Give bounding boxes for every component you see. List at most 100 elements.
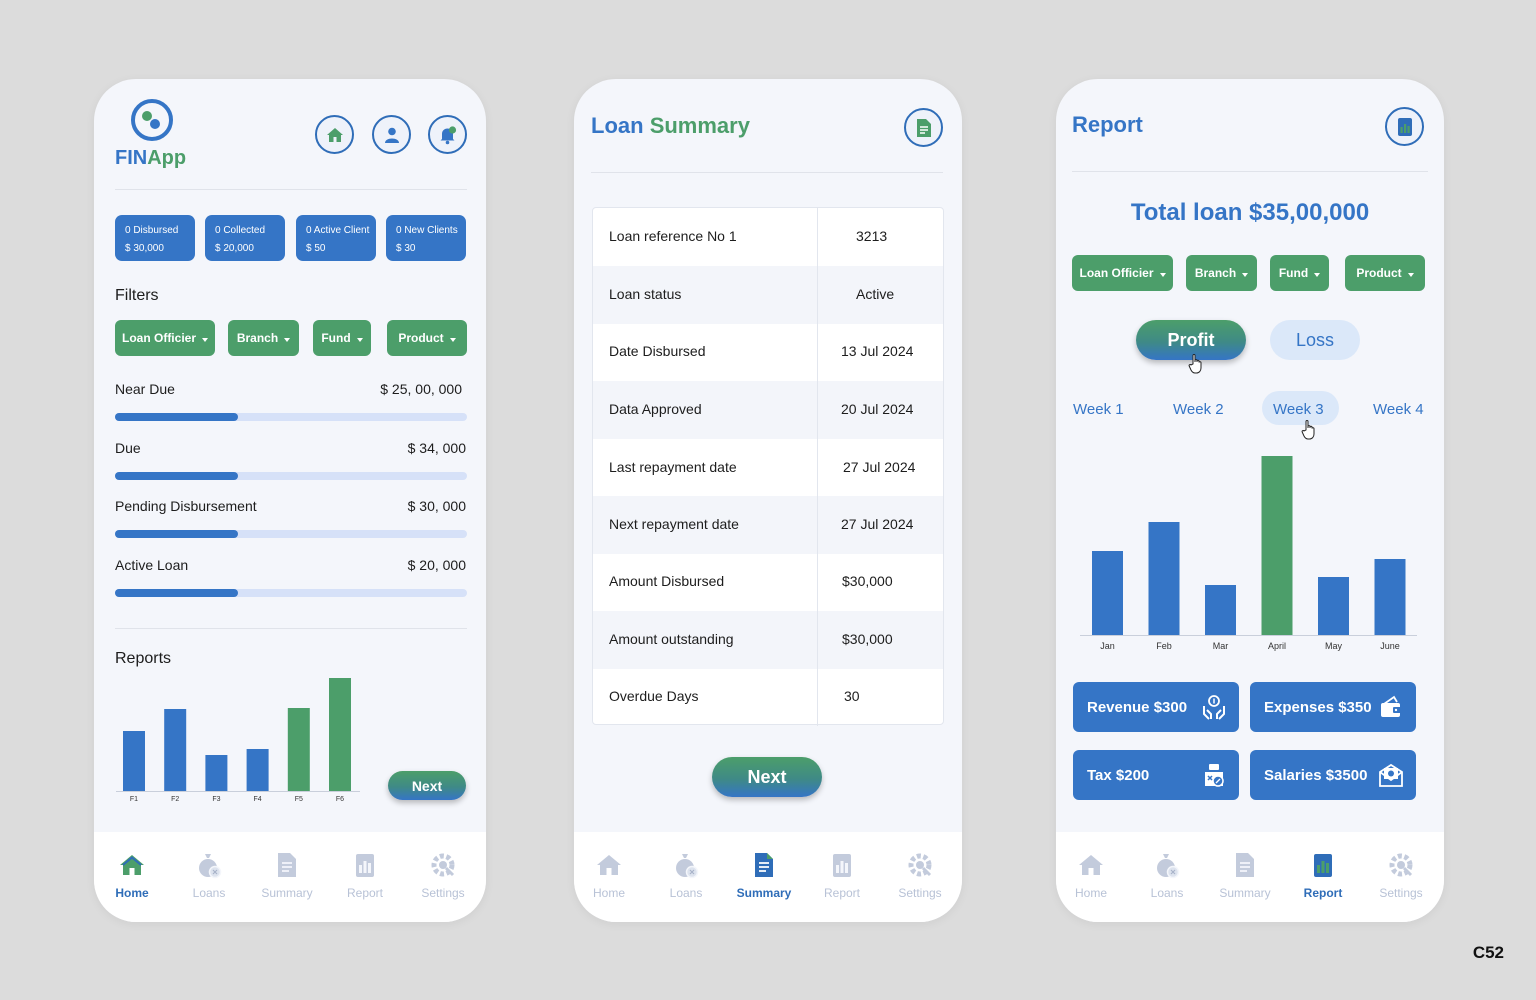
stat-value: $ 50 [306,243,326,254]
report-chart-icon [1314,854,1332,877]
bar-mar [1205,585,1236,635]
table-row: Loan status Active [593,266,943,324]
nav-summary[interactable]: Summary [1210,850,1280,900]
nav-label: Loans [1150,886,1184,900]
stat-active-client[interactable]: 0 Active Client $ 50 [296,215,376,261]
nav-settings[interactable]: Settings [408,850,478,900]
bar-may [1318,577,1349,635]
nav-label: Report [823,886,861,900]
revenue-tile[interactable]: Revenue $300 [1073,682,1239,732]
nav-report[interactable]: Report [807,850,877,900]
document-icon [278,853,296,877]
nav-report[interactable]: Report [1288,850,1358,900]
filter-branch[interactable]: Branch [228,320,299,356]
nav-label: Home [592,886,625,900]
filter-product[interactable]: Product [1345,255,1425,291]
nav-loans[interactable]: Loans [651,850,721,900]
x-tick-label: F4 [254,796,262,803]
stat-label: 0 Disbursed [125,225,179,236]
row-value: 30 [844,688,860,704]
report-chart-button[interactable] [1385,107,1424,146]
tax-tile[interactable]: Tax $200 [1073,750,1239,800]
nav-home[interactable]: Home [574,850,644,900]
filter-branch[interactable]: Branch [1186,255,1257,291]
table-row: Last repayment date 27 Jul 2024 [593,439,943,497]
nav-label: Loans [669,886,703,900]
week-tab-1[interactable]: Week 1 [1073,401,1124,418]
metric-label: Near Due [115,381,175,397]
monthly-report-chart: Jan Feb Mar April May June [1080,453,1417,655]
filter-label: Product [398,331,444,345]
filter-product[interactable]: Product [387,320,467,356]
notifications-button[interactable] [428,115,467,154]
report-screen: Report Total loan $35,00,000 Loan Offici… [1056,79,1444,922]
week-tab-3[interactable]: Week 3 [1273,401,1324,418]
hand-cursor-icon [1188,353,1204,380]
nav-label: Report [1303,886,1343,900]
loan-bag-icon [1157,854,1180,879]
loss-toggle[interactable]: Loss [1270,320,1360,360]
loan-summary-table: Loan reference No 1 3213 Loan status Activ… [592,207,944,726]
wallet-icon [1381,695,1401,717]
home-screen: FINApp 0 Disbursed $ 30,000 0 Collected $ … [94,79,486,922]
header-divider [1072,171,1428,172]
nav-loans[interactable]: Loans [174,850,244,900]
row-value: 13 Jul 2024 [841,343,914,359]
x-tick-label: Feb [1156,641,1172,651]
bar-chart-svg: Jan Feb Mar April May June [1080,456,1417,651]
document-icon [1236,853,1254,877]
row-key: Last repayment date [609,459,737,475]
page-title: Report [1072,112,1143,137]
salaries-tile[interactable]: Salaries $3500 [1250,750,1416,800]
caret-down-icon [284,337,291,342]
nav-label: Summary [1219,886,1271,900]
bar-june [1374,559,1406,635]
tile-label: Salaries $3500 [1264,766,1368,784]
nav-settings[interactable]: Settings [1366,850,1436,900]
row-value: $30,000 [842,631,893,647]
nav-home[interactable]: Home [1056,850,1126,900]
stat-collected[interactable]: 0 Collected $ 20,000 [205,215,285,261]
tile-label: Expenses $350 [1264,698,1372,716]
nav-report[interactable]: Report [330,850,400,900]
bar-chart-svg: F1 F2 F3 F4 F5 F6 [116,678,360,803]
week-tab-4[interactable]: Week 4 [1373,401,1424,418]
filter-loan-officer[interactable]: Loan Officier [115,320,215,356]
nav-summary[interactable]: Summary [252,850,322,900]
x-tick-label: F1 [130,796,138,803]
next-button[interactable]: Next [388,771,466,800]
bar-f1 [123,731,145,791]
metric-value: $ 30, 000 [407,498,466,514]
summary-doc-button[interactable] [904,108,943,147]
next-button[interactable]: Next [712,757,822,797]
table-row: Loan reference No 1 3213 [593,208,943,266]
bar-feb [1148,522,1180,635]
filter-fund[interactable]: Fund [313,320,371,356]
filter-fund[interactable]: Fund [1270,255,1329,291]
revenue-hands-icon [1203,695,1225,720]
bottom-nav: Home Loans Summary Report Settings [1056,832,1444,922]
week-tab-2[interactable]: Week 2 [1173,401,1224,418]
filters-title: Filters [115,287,159,304]
stat-new-clients[interactable]: 0 New Clients $ 30 [386,215,466,261]
nav-settings[interactable]: Settings [885,850,955,900]
nav-loans[interactable]: Loans [1132,850,1202,900]
profile-button[interactable] [372,115,411,154]
expenses-tile[interactable]: Expenses $350 [1250,682,1416,732]
home-button[interactable] [315,115,354,154]
progress-fill [115,472,239,480]
active-loan-progress [115,589,467,597]
home-icon [597,855,621,875]
settings-gear-icon [1389,853,1413,877]
nav-label: Report [346,886,384,900]
section-divider [115,628,467,629]
loan-bag-icon [199,854,222,879]
nav-summary[interactable]: Summary [729,850,799,900]
filter-label: Branch [1194,266,1237,280]
reports-mini-chart: F1 F2 F3 F4 F5 F6 [116,673,360,803]
filter-label: Branch [236,331,279,345]
near-due-progress [115,413,467,421]
filter-loan-officer[interactable]: Loan Officier [1072,255,1173,291]
nav-home[interactable]: Home [97,850,167,900]
stat-disbursed[interactable]: 0 Disbursed $ 30,000 [115,215,195,261]
